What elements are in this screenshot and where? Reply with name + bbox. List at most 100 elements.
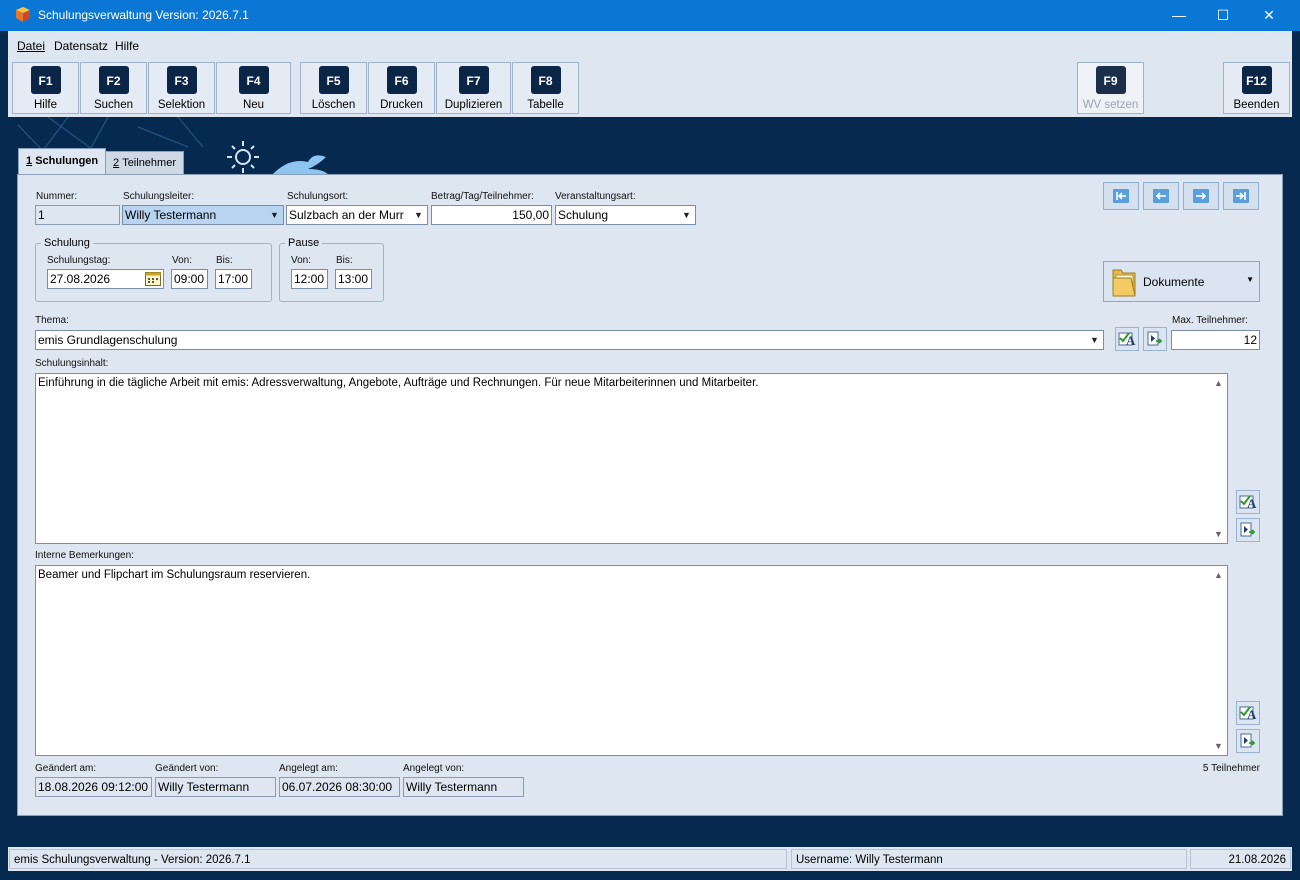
menu-datensatz[interactable]: Datensatz: [54, 39, 108, 53]
chevron-down-icon[interactable]: ▼: [410, 206, 427, 224]
f12-beenden-button[interactable]: F12 Beenden: [1223, 62, 1290, 114]
f8-tabelle-button[interactable]: F8 Tabelle: [512, 62, 579, 114]
previous-record-button[interactable]: [1143, 182, 1179, 210]
veranstaltungsart-value: Schulung: [558, 208, 609, 222]
veranstaltungsart-label: Veranstaltungsart:: [555, 191, 636, 202]
schulungsinhalt-spellcheck-button[interactable]: A: [1236, 490, 1260, 514]
bemerkungen-insert-button[interactable]: [1236, 729, 1260, 753]
f6-key: F6: [386, 66, 417, 94]
pause-bis-label: Bis:: [336, 255, 353, 266]
thema-combo[interactable]: emis Grundlagenschulung ▼: [35, 330, 1104, 350]
tab-schulungen-label: Schulungen: [35, 155, 99, 167]
chevron-down-icon[interactable]: ▼: [266, 206, 283, 224]
tab-schulungen[interactable]: 1 Schulungen: [18, 148, 107, 175]
f5-key: F5: [318, 66, 349, 94]
close-button[interactable]: ✕: [1246, 0, 1292, 31]
geaendert-von-label: Geändert von:: [155, 763, 219, 774]
dokumente-label: Dokumente: [1143, 275, 1205, 289]
bemerkungen-spellcheck-button[interactable]: A: [1236, 701, 1260, 725]
scroll-up-icon[interactable]: ▲: [1214, 376, 1223, 390]
schulungsinhalt-label: Schulungsinhalt:: [35, 358, 109, 369]
bemerkungen-text: Beamer und Flipchart im Schulungsraum re…: [38, 569, 311, 581]
schulungsleiter-value: Willy Testermann: [125, 208, 217, 222]
menu-datei[interactable]: Datei: [17, 39, 45, 53]
thema-edit-button[interactable]: A: [1115, 327, 1139, 351]
schulungsinhalt-scrollbar[interactable]: ▲ ▼: [1211, 374, 1227, 543]
max-teilnehmer-field[interactable]: 12: [1171, 330, 1260, 350]
f1-label: Hilfe: [33, 99, 57, 111]
schulungsort-combo[interactable]: Sulzbach an der Murr ▼: [286, 205, 428, 225]
schulungsleiter-combo[interactable]: Willy Testermann ▼: [122, 205, 284, 225]
schulung-von-field[interactable]: 09:00: [171, 269, 208, 289]
schulungsort-value: Sulzbach an der Murr: [289, 208, 404, 222]
f9-key: F9: [1095, 66, 1126, 94]
dokumente-button[interactable]: Dokumente ▼: [1103, 261, 1260, 302]
angelegt-von-label: Angelegt von:: [403, 763, 465, 774]
maximize-icon: ☐: [1216, 7, 1230, 23]
veranstaltungsart-combo[interactable]: Schulung ▼: [555, 205, 696, 225]
schulungstag-value: 27.08.2026: [50, 272, 111, 286]
nummer-label: Nummer:: [36, 191, 78, 202]
thema-label: Thema:: [35, 315, 69, 326]
tab-teilnehmer-label: Teilnehmer: [122, 157, 176, 169]
window-title: Schulungsverwaltung Version: 2026.7.1: [38, 8, 249, 22]
chevron-down-icon: ▼: [1246, 275, 1254, 284]
angelegt-von-field: Willy Testermann: [403, 777, 524, 797]
first-record-icon: [1113, 189, 1129, 203]
schulungstag-field[interactable]: 27.08.2026: [47, 269, 164, 289]
folder-icon: [1111, 266, 1137, 301]
f4-key: F4: [238, 66, 269, 94]
f6-label: Drucken: [380, 99, 423, 111]
last-record-button[interactable]: [1223, 182, 1259, 210]
spellcheck-icon: A: [1239, 706, 1257, 722]
minimize-button[interactable]: —: [1156, 0, 1202, 31]
calendar-icon[interactable]: [145, 272, 161, 288]
teilnehmer-count: 5 Teilnehmer: [1202, 763, 1260, 774]
f7-duplizieren-button[interactable]: F7 Duplizieren: [436, 62, 511, 114]
geaendert-am-label: Geändert am:: [35, 763, 97, 774]
f4-neu-button[interactable]: F4 Neu: [216, 62, 291, 114]
f2-label: Suchen: [93, 99, 133, 111]
arrow-right-icon: [1193, 189, 1209, 203]
betrag-field[interactable]: 150,00: [431, 205, 552, 225]
menu-bar: [8, 31, 1292, 59]
f5-loeschen-button[interactable]: F5 Löschen: [300, 62, 367, 114]
next-record-button[interactable]: [1183, 182, 1219, 210]
f1-hilfe-button[interactable]: F1 Hilfe: [12, 62, 79, 114]
f3-selektion-button[interactable]: F3 Selektion: [148, 62, 215, 114]
f3-label: Selektion: [157, 99, 206, 111]
schulungsinhalt-insert-button[interactable]: [1236, 518, 1260, 542]
scroll-up-icon[interactable]: ▲: [1214, 568, 1223, 582]
chevron-down-icon[interactable]: ▼: [678, 206, 695, 224]
tab-schulungen-num: 1: [26, 155, 33, 167]
schulungsinhalt-textarea[interactable]: Einführung in die tägliche Arbeit mit em…: [35, 373, 1228, 544]
geaendert-von-field: Willy Testermann: [155, 777, 276, 797]
maximize-button[interactable]: ☐: [1200, 0, 1246, 31]
thema-insert-button[interactable]: [1143, 327, 1167, 351]
first-record-button[interactable]: [1103, 182, 1139, 210]
thema-value: emis Grundlagenschulung: [38, 333, 178, 347]
scroll-down-icon[interactable]: ▼: [1214, 527, 1223, 541]
f9-wv-setzen-button[interactable]: F9 WV setzen: [1077, 62, 1144, 114]
f5-label: Löschen: [311, 99, 356, 111]
f4-label: Neu: [242, 99, 265, 111]
schulungsinhalt-text: Einführung in die tägliche Arbeit mit em…: [38, 377, 759, 389]
f12-label: Beenden: [1233, 99, 1280, 111]
scroll-down-icon[interactable]: ▼: [1214, 739, 1223, 753]
f8-key: F8: [530, 66, 561, 94]
schulung-bis-field[interactable]: 17:00: [215, 269, 252, 289]
chevron-down-icon[interactable]: ▼: [1086, 331, 1103, 349]
pause-von-field[interactable]: 12:00: [291, 269, 328, 289]
pause-bis-field[interactable]: 13:00: [335, 269, 372, 289]
pause-group-title: Pause: [285, 237, 323, 249]
angelegt-am-field: 06.07.2026 08:30:00: [279, 777, 400, 797]
f2-suchen-button[interactable]: F2 Suchen: [80, 62, 147, 114]
menu-hilfe[interactable]: Hilfe: [115, 39, 139, 53]
bemerkungen-textarea[interactable]: Beamer und Flipchart im Schulungsraum re…: [35, 565, 1228, 756]
bemerkungen-scrollbar[interactable]: ▲ ▼: [1211, 566, 1227, 755]
f6-drucken-button[interactable]: F6 Drucken: [368, 62, 435, 114]
f1-key: F1: [30, 66, 61, 94]
status-app: emis Schulungsverwaltung - Version: 2026…: [9, 849, 787, 869]
nummer-field[interactable]: 1: [35, 205, 120, 225]
tab-teilnehmer[interactable]: 2 Teilnehmer: [105, 151, 184, 175]
